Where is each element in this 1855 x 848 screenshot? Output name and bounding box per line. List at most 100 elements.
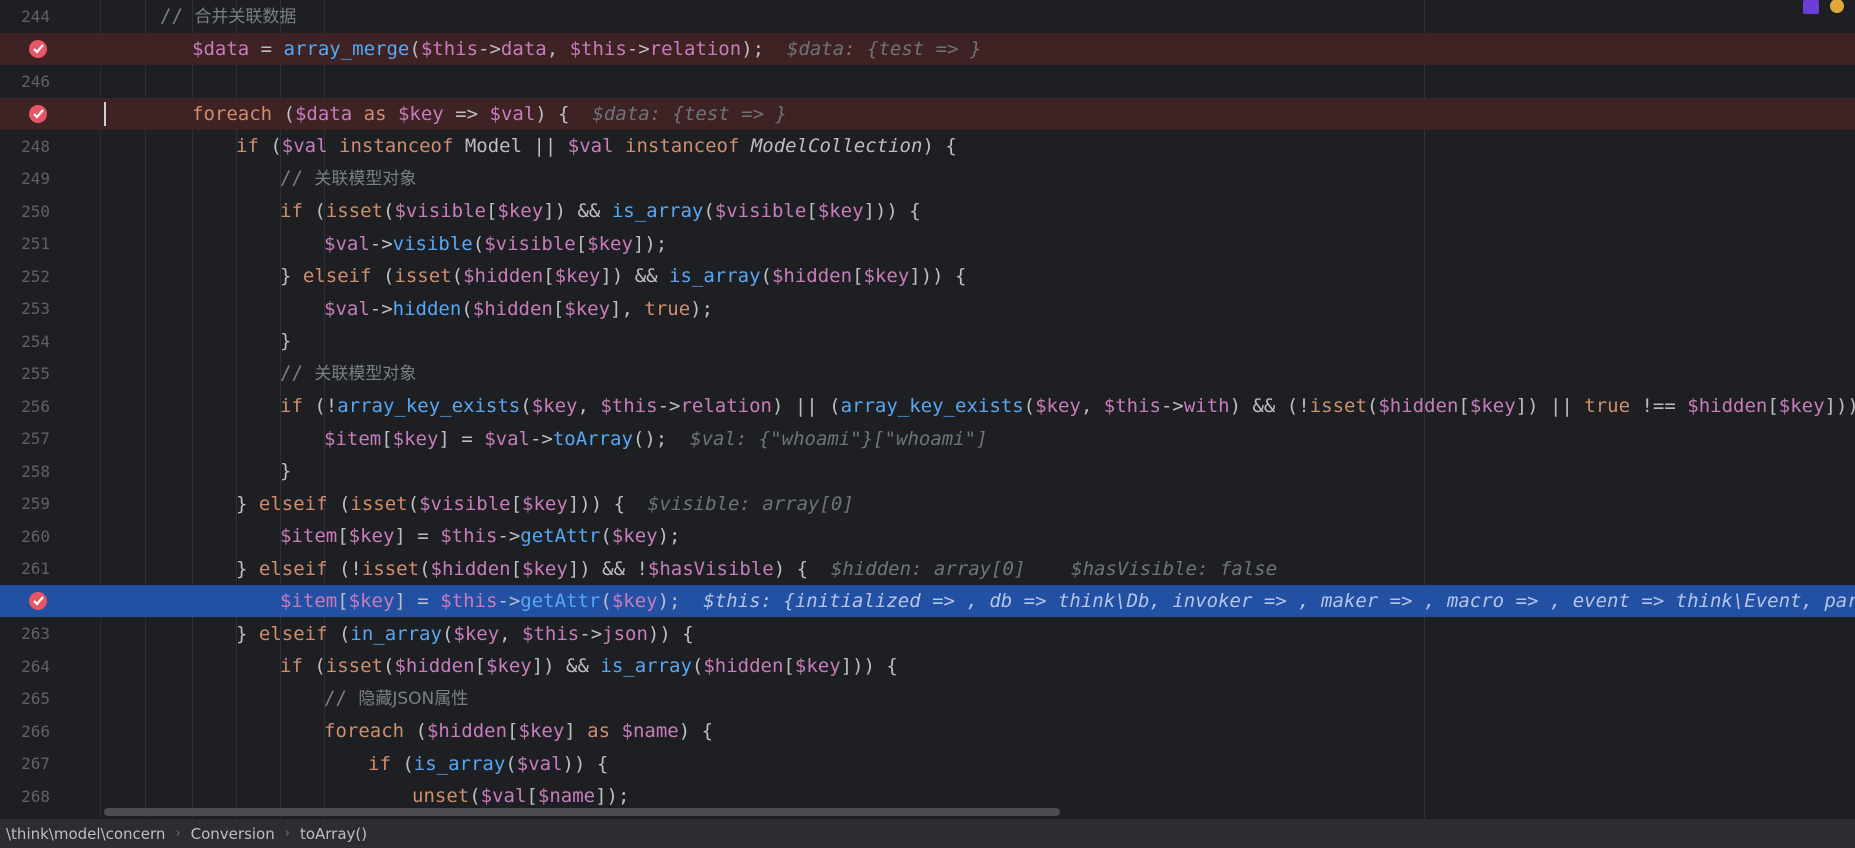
breadcrumb-class[interactable]: Conversion xyxy=(185,825,281,843)
breakpoint-line[interactable]: foreach ($data as $key => $val) { $data:… xyxy=(0,97,1855,130)
breakpoint-icon[interactable] xyxy=(28,104,48,124)
code-line[interactable]: 258} xyxy=(0,455,1855,487)
code-line[interactable]: 251 $val->visible($visible[$key]); xyxy=(0,228,1855,260)
code-text[interactable]: } xyxy=(280,455,291,487)
code-token: instanceof xyxy=(625,135,740,157)
code-token: $key xyxy=(611,525,658,547)
code-token: visible xyxy=(392,232,473,255)
code-text[interactable]: // 合并关联数据 xyxy=(160,0,296,33)
code-text[interactable]: } xyxy=(280,325,291,357)
code-token: ( xyxy=(404,720,427,742)
code-token: $this xyxy=(440,525,498,547)
code-line[interactable]: 259} elseif (isset($visible[$key])) { $v… xyxy=(0,488,1855,520)
code-text[interactable]: // 关联模型对象 xyxy=(280,357,416,390)
code-token: ( xyxy=(520,395,532,417)
code-token: } xyxy=(280,265,303,287)
code-token: ( xyxy=(703,200,715,222)
code-token: ] = xyxy=(394,525,441,547)
code-line[interactable]: 263} elseif (in_array($key, $this->json)… xyxy=(0,618,1855,650)
code-line[interactable]: 250 if (isset($visible[$key]) && is_array… xyxy=(0,195,1855,227)
code-token: -> xyxy=(478,37,501,60)
code-text[interactable]: $item[$key] = $this->getAttr($key); $thi… xyxy=(280,585,1855,617)
breadcrumb-method[interactable]: toArray() xyxy=(294,825,373,843)
code-token: $this xyxy=(1103,395,1161,417)
breakpoint-icon[interactable] xyxy=(28,39,48,59)
code-token: [ xyxy=(783,655,795,677)
code-token: json xyxy=(602,622,648,645)
code-token: $this xyxy=(522,622,580,645)
code-token: ModelCollection xyxy=(750,135,923,157)
breakpoint-icon[interactable] xyxy=(28,591,48,611)
code-line[interactable]: 261} elseif (!isset($hidden[$key]) && !$… xyxy=(0,553,1855,585)
chevron-right-icon: › xyxy=(284,826,290,841)
code-line[interactable]: 244 // 合并关联数据 xyxy=(0,0,1855,32)
code-token: , xyxy=(499,622,523,645)
code-text[interactable]: $data = array_merge($this->data, $this->… xyxy=(192,33,981,65)
code-text[interactable]: $val->hidden($hidden[$key], true); xyxy=(324,293,713,325)
code-token: ( xyxy=(327,492,351,515)
code-token: $key xyxy=(554,265,601,287)
code-token: ( xyxy=(390,752,414,775)
code-token: $val xyxy=(480,785,527,807)
code-line[interactable]: 254} xyxy=(0,325,1855,357)
code-token: ]) && ! xyxy=(567,557,648,580)
code-token: $hidden xyxy=(771,265,853,287)
code-line[interactable]: 248 if ($val instanceof Model || $val ins… xyxy=(0,130,1855,162)
breakpoint-line[interactable]: $item[$key] = $this->getAttr($key); $thi… xyxy=(0,585,1855,617)
code-text[interactable]: } elseif (isset($hidden[$key]) && is_arr… xyxy=(280,260,966,292)
code-token: $hidden xyxy=(426,720,508,742)
code-line[interactable]: 249 // 关联模型对象 xyxy=(0,163,1855,195)
code-line[interactable]: 253 $val->hidden($hidden[$key], true); xyxy=(0,293,1855,325)
code-text[interactable]: $val->visible($visible[$key]); xyxy=(324,228,667,260)
code-token: $key xyxy=(1778,395,1825,417)
code-text[interactable]: if (isset($visible[$key]) && is_array($v… xyxy=(280,195,921,227)
line-number: 267 xyxy=(21,754,50,773)
code-line[interactable]: 255 // 关联模型对象 xyxy=(0,358,1855,390)
code-text[interactable]: } elseif (in_array($key, $this->json)) { xyxy=(236,618,694,650)
code-editor[interactable]: 244// 合并关联数据 $data = array_merge($this->d… xyxy=(0,0,1855,818)
code-token: $val xyxy=(324,297,370,320)
code-line[interactable]: 267 if (is_array($val)) { xyxy=(0,748,1855,780)
horizontal-scrollbar[interactable] xyxy=(104,808,1060,816)
code-token: ( xyxy=(409,37,421,60)
code-text[interactable]: foreach ($data as $key => $val) { $data:… xyxy=(192,98,787,130)
code-text[interactable]: } elseif (!isset($hidden[$key]) && !$has… xyxy=(236,553,1277,585)
code-line[interactable]: 265 // 隐藏JSON属性 xyxy=(0,683,1855,715)
code-line[interactable]: 266 foreach ($hidden[$key] as $name) { xyxy=(0,715,1855,747)
code-token: [ xyxy=(507,720,519,742)
code-token: ] xyxy=(564,720,588,742)
code-token: foreach xyxy=(192,102,273,125)
code-line[interactable]: 264 if (isset($hidden[$key]) && is_array(… xyxy=(0,650,1855,682)
code-text[interactable]: if (isset($hidden[$key]) && is_array($hi… xyxy=(280,650,898,682)
breakpoint-line[interactable]: $data = array_merge($this->data, $this->… xyxy=(0,32,1855,65)
code-token: $item xyxy=(324,427,382,450)
code-line[interactable]: 260 $item[$key] = $this->getAttr($key); xyxy=(0,520,1855,552)
code-line[interactable]: 252} elseif (isset($hidden[$key]) && is_… xyxy=(0,260,1855,292)
code-token: array_merge xyxy=(283,37,410,60)
code-token: ( xyxy=(382,200,395,222)
code-token: [ xyxy=(337,590,349,612)
code-text[interactable]: if (!array_key_exists($key, $this->relat… xyxy=(280,390,1855,422)
code-text[interactable]: // 关联模型对象 xyxy=(280,162,416,195)
code-text[interactable]: } elseif (isset($visible[$key])) { $visi… xyxy=(236,488,854,520)
code-token: 关联模型对象 xyxy=(314,364,417,384)
code-token: $key xyxy=(522,492,568,515)
code-token: ( xyxy=(472,232,485,255)
code-line[interactable]: 257 $item[$key] = $val->toArray(); $val: … xyxy=(0,423,1855,455)
code-text[interactable]: // 隐藏JSON属性 xyxy=(324,682,468,715)
code-text[interactable]: $item[$key] = $val->toArray(); $val: {"w… xyxy=(324,423,988,455)
code-token: [ xyxy=(485,200,498,222)
line-number: 256 xyxy=(21,396,50,416)
code-token: (! xyxy=(302,395,338,417)
code-text[interactable]: foreach ($hidden[$key] as $name) { xyxy=(324,715,713,747)
code-text[interactable]: $item[$key] = $this->getAttr($key); xyxy=(280,520,680,552)
code-line[interactable]: 246 xyxy=(0,65,1855,97)
code-text[interactable]: if (is_array($val)) { xyxy=(368,748,608,780)
code-line[interactable]: 256 if (!array_key_exists($key, $this->re… xyxy=(0,390,1855,422)
phpstorm-icon xyxy=(1803,0,1819,14)
code-text[interactable]: if ($val instanceof Model || $val instan… xyxy=(236,130,957,162)
breadcrumb-namespace[interactable]: \think\model\concern xyxy=(0,825,171,843)
inline-debug-value: $hidden: array[0] $hasVisible: false xyxy=(830,557,1278,580)
